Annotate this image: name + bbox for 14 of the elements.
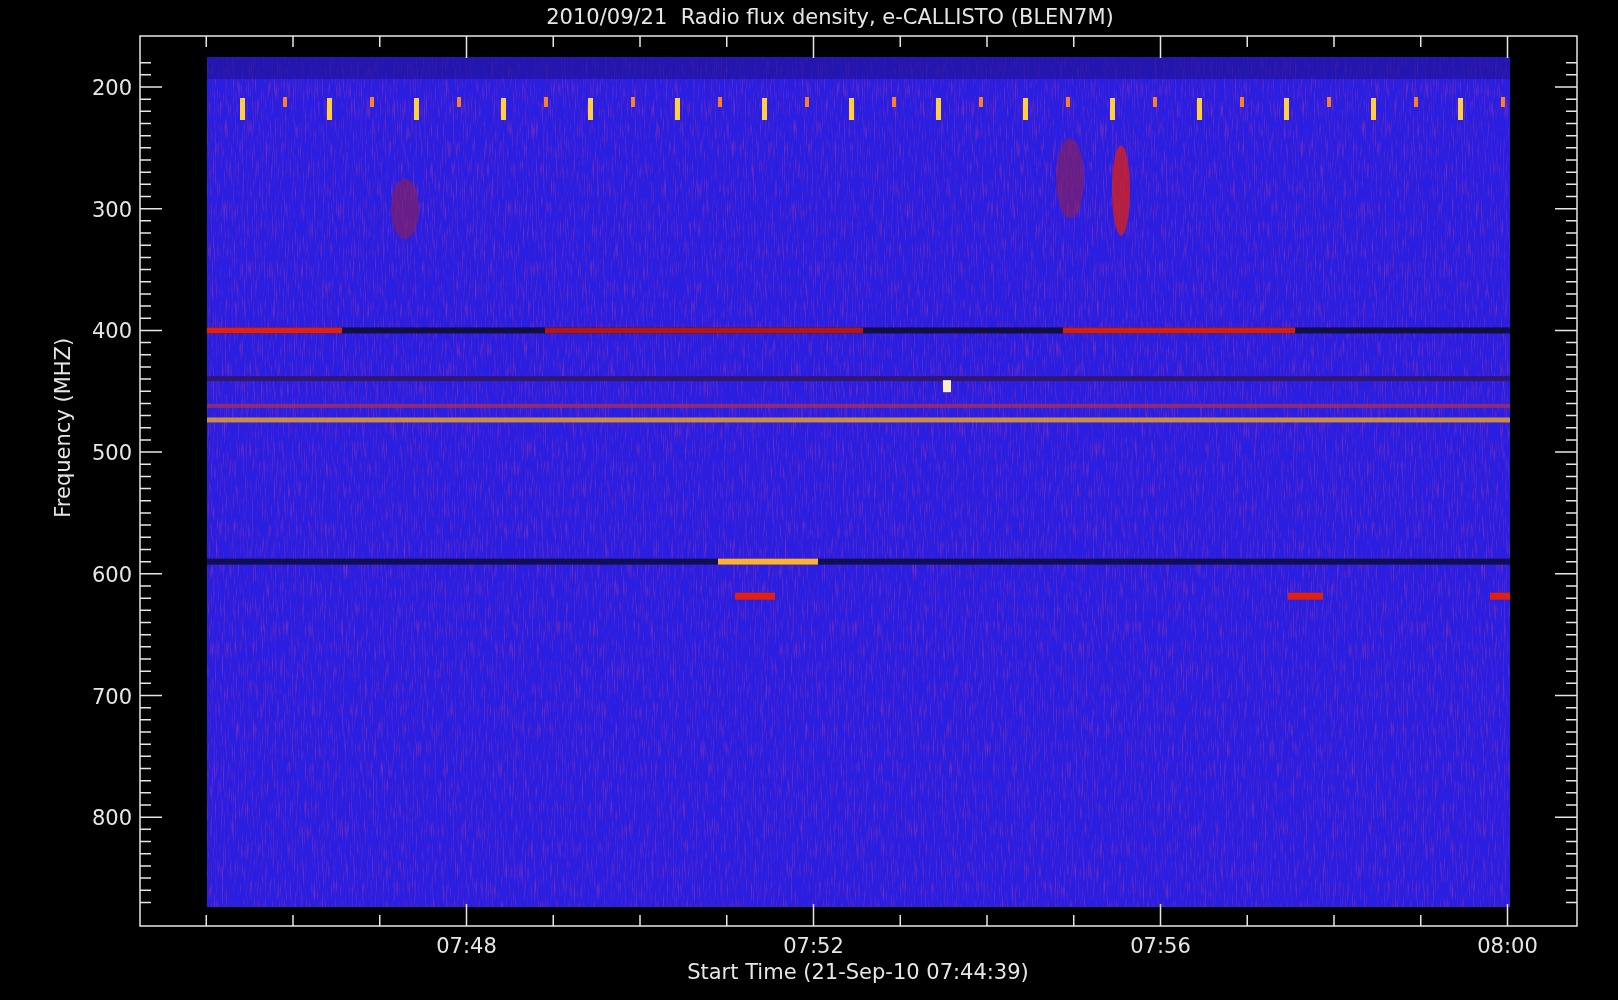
x-tick-label: 07:48: [436, 934, 497, 958]
x-tick-label: 08:00: [1477, 934, 1538, 958]
y-axis-label: Frequency (MHZ): [51, 337, 75, 518]
y-tick-label: 200: [91, 76, 132, 100]
x-axis-label: Start Time (21-Sep-10 07:44:39): [687, 960, 1029, 984]
y-tick-label: 700: [91, 684, 132, 709]
plot-title: 2010/09/21 Radio flux density, e-CALLISTO (BLEN7M): [546, 5, 1114, 29]
y-tick-label: 300: [91, 197, 132, 222]
y-tick-label: 500: [91, 441, 132, 466]
y-tick-label: 600: [91, 562, 132, 587]
x-tick-label: 07:52: [783, 934, 844, 958]
x-tick-label: 07:56: [1130, 934, 1191, 958]
y-tick-label: 400: [91, 319, 132, 344]
y-tick-label: 800: [91, 806, 132, 831]
